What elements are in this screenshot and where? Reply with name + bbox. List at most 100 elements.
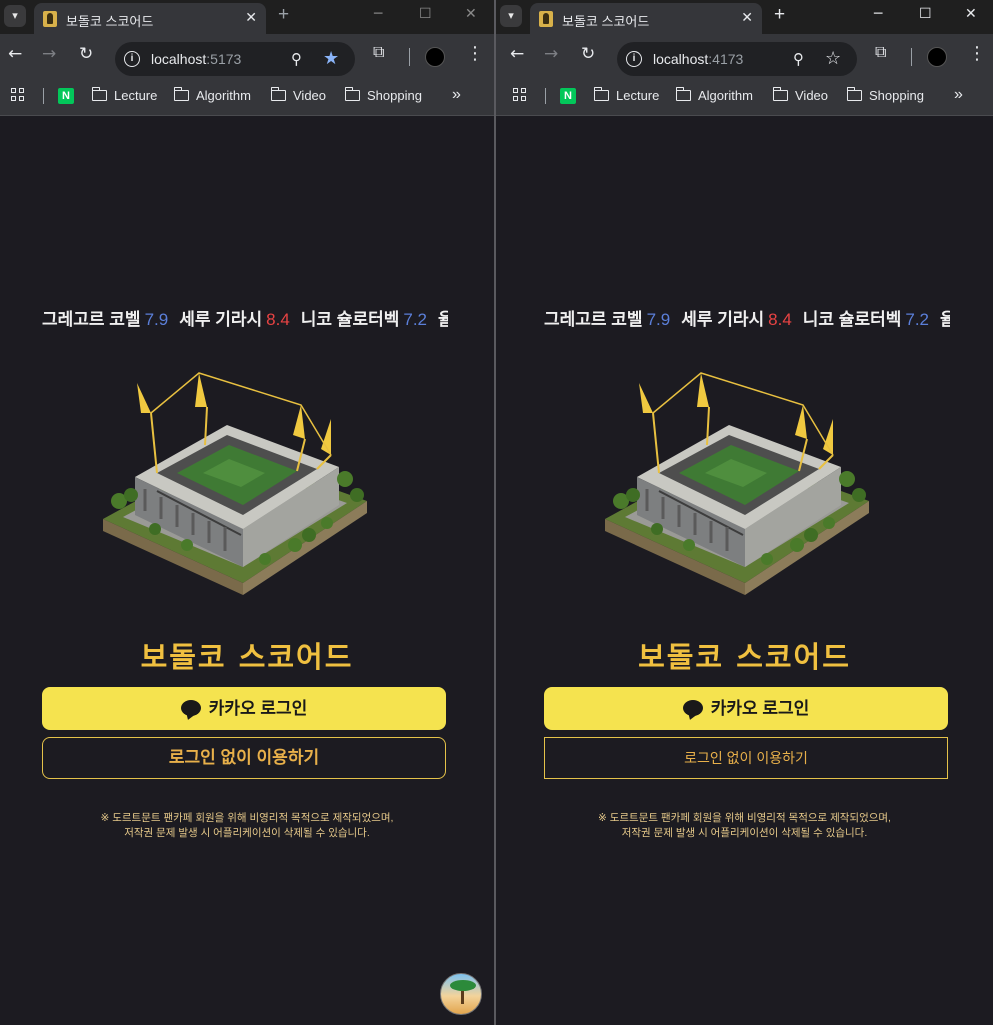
close-window-button[interactable]: ✕ xyxy=(965,6,977,22)
browser-toolbar: ← → ↻ i localhost:5173 ⚲ ★ ⧉ ⋮ xyxy=(0,34,494,78)
player-name: 니코 슐로터벡 xyxy=(300,310,400,329)
ticker-item: 세루 기라시 8.4 xyxy=(179,310,290,329)
ticker-item: 세루 기라시 8.4 xyxy=(681,310,792,329)
bookmarks-divider xyxy=(43,88,44,104)
address-bar[interactable]: i localhost:4173 ⚲ ☆ xyxy=(617,42,857,76)
info-icon[interactable]: i xyxy=(124,51,140,67)
close-window-button[interactable]: ✕ xyxy=(465,6,477,22)
player-rating: 7.2 xyxy=(905,310,930,329)
disclaimer-notice: ※ 도르트문트 팬카페 회원을 위해 비영리적 목적으로 제작되었으며, 저작권… xyxy=(496,811,993,841)
puzzle-icon[interactable]: ⧉ xyxy=(875,44,886,62)
apps-grid-icon[interactable] xyxy=(513,88,527,102)
kebab-menu-icon[interactable]: ⋮ xyxy=(466,43,484,64)
player-rating: 8.4 xyxy=(768,310,792,329)
bookmark-lecture[interactable]: Lecture xyxy=(593,87,660,103)
bookmark-video[interactable]: Video xyxy=(772,87,829,103)
bookmark-video[interactable]: Video xyxy=(270,87,326,103)
page-content: 그레고르 코벨 7.9 세루 기라시 8.4 니코 슐로터벡 7.2 율 보돌코 스코어드 xyxy=(496,117,993,1025)
close-tab-icon[interactable]: ✕ xyxy=(245,9,257,26)
bookmark-shopping[interactable]: Shopping xyxy=(344,87,422,103)
kakao-login-label: 카카오 로그인 xyxy=(710,699,810,718)
guest-access-label: 로그인 없이 이용하기 xyxy=(168,748,320,767)
kakao-login-label: 카카오 로그인 xyxy=(208,699,308,718)
browser-toolbar: ← → ↻ i localhost:4173 ⚲ ☆ ⧉ ⋮ xyxy=(496,34,993,78)
url-text[interactable]: localhost:4173 xyxy=(653,51,743,67)
folder-icon xyxy=(593,87,609,101)
minimize-button[interactable]: ─ xyxy=(374,6,382,22)
player-rating-ticker: 그레고르 코벨 7.9 세루 기라시 8.4 니코 슐로터벡 7.2 율 xyxy=(42,305,448,329)
new-tab-button[interactable]: + xyxy=(774,4,785,26)
star-icon[interactable]: ☆ xyxy=(825,48,841,69)
bookmarks-bar: N Lecture Algorithm Video Shopping » xyxy=(0,78,494,116)
active-tab[interactable]: 보돌코 스코어드 ✕ xyxy=(34,3,266,34)
new-tab-button[interactable]: + xyxy=(278,4,289,26)
more-bookmarks-button[interactable]: » xyxy=(954,86,963,104)
url-host: localhost xyxy=(653,51,709,67)
guest-access-button[interactable]: 로그인 없이 이용하기 xyxy=(42,737,446,779)
zoom-icon[interactable]: ⚲ xyxy=(291,50,302,68)
folder-icon xyxy=(344,87,360,101)
maximize-button[interactable]: ☐ xyxy=(919,6,932,22)
back-arrow-icon[interactable]: ← xyxy=(510,44,524,64)
folder-icon xyxy=(846,87,862,101)
close-tab-icon[interactable]: ✕ xyxy=(741,9,753,26)
forward-arrow-icon[interactable]: → xyxy=(42,44,56,64)
player-name: 그레고르 코벨 xyxy=(544,310,643,329)
bookmark-label: Shopping xyxy=(869,88,924,103)
bookmark-algorithm[interactable]: Algorithm xyxy=(173,87,251,103)
folder-icon xyxy=(91,87,107,101)
player-name: 율 xyxy=(438,310,448,329)
disclaimer-notice: ※ 도르트문트 팬카페 회원을 위해 비영리적 목적으로 제작되었으며, 저작권… xyxy=(0,811,494,841)
guest-access-button[interactable]: 로그인 없이 이용하기 xyxy=(544,737,948,779)
tab-title: 보돌코 스코어드 xyxy=(562,14,650,29)
bookmark-label: Lecture xyxy=(616,88,660,103)
bookmark-algorithm[interactable]: Algorithm xyxy=(675,87,753,103)
minimize-button[interactable]: ─ xyxy=(874,6,882,22)
beach-avatar-icon[interactable] xyxy=(440,973,482,1015)
naver-icon[interactable]: N xyxy=(58,88,74,104)
player-rating: 7.9 xyxy=(646,310,671,329)
naver-icon[interactable]: N xyxy=(560,88,576,104)
url-text[interactable]: localhost:5173 xyxy=(151,51,241,67)
player-name: 그레고르 코벨 xyxy=(42,310,141,329)
kakao-login-button[interactable]: 카카오 로그인 xyxy=(42,687,446,730)
player-rating: 7.9 xyxy=(144,310,169,329)
forward-arrow-icon[interactable]: → xyxy=(544,44,558,64)
bookmark-lecture[interactable]: Lecture xyxy=(91,87,157,103)
tab-title: 보돌코 스코어드 xyxy=(66,14,154,29)
ticker-item: 니코 슐로터벡 7.2 xyxy=(803,310,929,329)
url-port: :5173 xyxy=(206,51,242,67)
profile-avatar-icon[interactable] xyxy=(927,47,947,67)
kakao-login-button[interactable]: 카카오 로그인 xyxy=(544,687,948,730)
notice-line: ※ 도르트문트 팬카페 회원을 위해 비영리적 목적으로 제작되었으며, xyxy=(598,812,891,824)
active-tab[interactable]: 보돌코 스코어드 ✕ xyxy=(530,3,762,34)
profile-avatar-icon[interactable] xyxy=(425,47,445,67)
address-bar[interactable]: i localhost:5173 ⚲ ★ xyxy=(115,42,355,76)
more-bookmarks-button[interactable]: » xyxy=(452,86,461,104)
player-rating: 7.2 xyxy=(403,310,428,329)
guest-access-label: 로그인 없이 이용하기 xyxy=(684,750,808,766)
tab-strip: ▾ 보돌코 스코어드 ✕ + ─ ☐ ✕ xyxy=(496,0,993,34)
maximize-button[interactable]: ☐ xyxy=(419,6,432,22)
star-icon[interactable]: ★ xyxy=(323,48,339,69)
chevron-down-icon[interactable]: ▾ xyxy=(500,5,522,27)
zoom-icon[interactable]: ⚲ xyxy=(793,50,804,68)
back-arrow-icon[interactable]: ← xyxy=(8,44,22,64)
apps-grid-icon[interactable] xyxy=(11,88,25,102)
kebab-menu-icon[interactable]: ⋮ xyxy=(968,43,986,64)
browser-window-left: ▾ 보돌코 스코어드 ✕ + ─ ☐ ✕ ← → ↻ i localhost:5… xyxy=(0,0,494,1025)
bookmark-shopping[interactable]: Shopping xyxy=(846,87,924,103)
toolbar-divider xyxy=(409,48,410,66)
bookmark-label: Shopping xyxy=(367,88,422,103)
ticker-item: 율 xyxy=(940,310,950,329)
folder-icon xyxy=(675,87,691,101)
toolbar-divider xyxy=(911,48,912,66)
chevron-down-icon[interactable]: ▾ xyxy=(4,5,26,27)
bookmark-label: Video xyxy=(795,88,829,103)
reload-icon[interactable]: ↻ xyxy=(79,44,93,64)
tab-strip: ▾ 보돌코 스코어드 ✕ + ─ ☐ ✕ xyxy=(0,0,494,34)
reload-icon[interactable]: ↻ xyxy=(581,44,595,64)
puzzle-icon[interactable]: ⧉ xyxy=(373,44,384,62)
info-icon[interactable]: i xyxy=(626,51,642,67)
ticker-item: 니코 슐로터벡 7.2 xyxy=(301,310,427,329)
